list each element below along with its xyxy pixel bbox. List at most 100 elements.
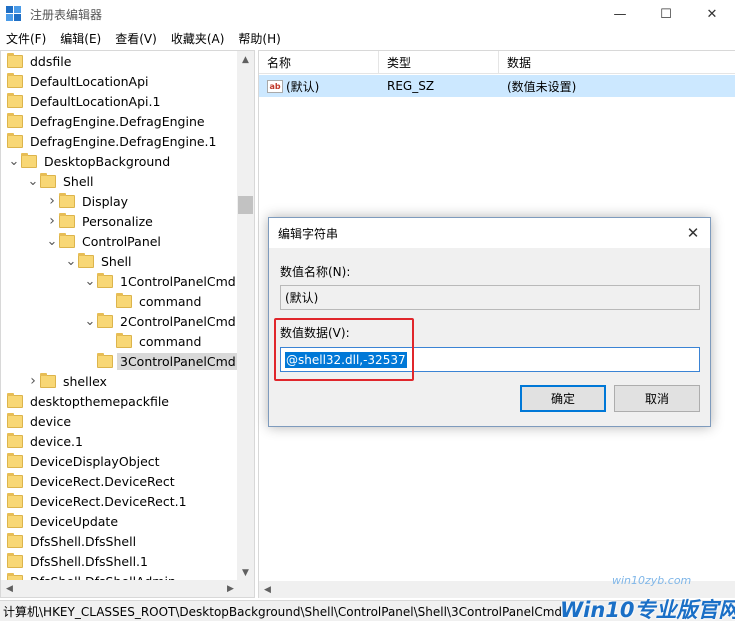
chevron-down-icon[interactable]: ⌄: [83, 311, 97, 331]
tree-item[interactable]: ⌄ Shell: [26, 171, 97, 191]
chevron-right-icon[interactable]: ›: [45, 191, 59, 211]
ok-button[interactable]: 确定: [520, 385, 606, 412]
tree-item-label: DeviceRect.DeviceRect: [30, 473, 175, 489]
folder-icon: [7, 72, 23, 88]
tree-item-label: shellex: [63, 373, 107, 389]
tree-item-label: ddsfile: [30, 53, 72, 69]
tree-item-label: Shell: [101, 253, 132, 269]
menu-favorites[interactable]: 收藏夹(A): [164, 30, 232, 47]
folder-icon: [97, 312, 113, 328]
tree-item[interactable]: DfsShell.DfsShell.1: [7, 551, 151, 571]
scroll-down-icon[interactable]: ▼: [237, 564, 254, 581]
tree-item[interactable]: 3ControlPanelCmd: [83, 351, 239, 371]
tree-item-label: ControlPanel: [82, 233, 161, 249]
menu-view[interactable]: 查看(V): [108, 30, 164, 47]
tree-item-label: DfsShell.DfsShell.1: [30, 553, 148, 569]
tree-item[interactable]: device.1: [7, 431, 86, 451]
cancel-button[interactable]: 取消: [614, 385, 700, 412]
folder-icon: [59, 212, 75, 228]
tree-item-label: command: [139, 333, 202, 349]
tree-item-label: DefragEngine.DefragEngine: [30, 113, 205, 129]
tree-item[interactable]: desktopthemepackfile: [7, 391, 172, 411]
dialog-title-bar: 编辑字符串 ✕: [269, 218, 710, 248]
scroll-left-icon[interactable]: ◀: [1, 580, 18, 597]
chevron-down-icon[interactable]: ⌄: [26, 171, 40, 191]
tree-vertical-scrollbar[interactable]: ▲ ▼: [237, 51, 254, 581]
tree-item[interactable]: DfsShell.DfsShell: [7, 531, 139, 551]
column-header-name[interactable]: 名称: [259, 51, 379, 74]
menu-bar: 文件(F) 编辑(E) 查看(V) 收藏夹(A) 帮助(H): [0, 28, 735, 49]
tree-horizontal-scrollbar[interactable]: ◀ ▶: [1, 580, 239, 597]
tree-item[interactable]: ddsfile: [7, 51, 74, 71]
registry-path: 计算机\HKEY_CLASSES_ROOT\DesktopBackground\…: [3, 604, 563, 619]
tree-item-label: DesktopBackground: [44, 153, 171, 169]
close-button[interactable]: ✕: [689, 0, 735, 28]
tree-item[interactable]: ⌄ DesktopBackground: [7, 151, 173, 171]
column-header-data[interactable]: 数据: [499, 51, 735, 74]
list-header: 名称 类型 数据: [259, 51, 735, 74]
folder-icon: [7, 472, 23, 488]
tree-item[interactable]: DefaultLocationApi.1: [7, 91, 163, 111]
tree-item[interactable]: command: [102, 291, 204, 311]
dialog-close-icon[interactable]: ✕: [682, 222, 704, 244]
minimize-button[interactable]: —: [597, 0, 643, 28]
menu-edit[interactable]: 编辑(E): [53, 30, 108, 47]
tree-item[interactable]: DeviceDisplayObject: [7, 451, 163, 471]
folder-icon: [59, 232, 75, 248]
tree-item[interactable]: ⌄ 2ControlPanelCmd: [83, 311, 239, 331]
chevron-down-icon[interactable]: ⌄: [64, 251, 78, 271]
chevron-down-icon[interactable]: ⌄: [7, 151, 21, 171]
tree-item[interactable]: ⌄ 1ControlPanelCmd: [83, 271, 239, 291]
tree-item[interactable]: DefragEngine.DefragEngine: [7, 111, 208, 131]
scrollbar-corner: [237, 580, 254, 597]
folder-icon: [7, 532, 23, 548]
registry-tree-pane: ddsfile DefaultLocationApi DefaultLocation…: [0, 50, 255, 598]
chevron-right-icon[interactable]: ›: [45, 211, 59, 231]
tree-item[interactable]: › Personalize: [45, 211, 156, 231]
folder-icon: [7, 92, 23, 108]
tree-item[interactable]: ⌄ Shell: [64, 251, 135, 271]
title-bar: 注册表编辑器 — ☐ ✕: [0, 0, 735, 28]
chevron-down-icon[interactable]: ⌄: [83, 271, 97, 291]
tree-item-label: device.1: [30, 433, 83, 449]
folder-icon: [59, 192, 75, 208]
scrollbar-thumb[interactable]: [238, 196, 253, 214]
tree-item-label: 3ControlPanelCmd: [117, 352, 239, 370]
folder-icon: [7, 452, 23, 468]
tree-item[interactable]: DefragEngine.DefragEngine.1: [7, 131, 219, 151]
folder-icon: [40, 372, 56, 388]
scroll-up-icon[interactable]: ▲: [237, 51, 254, 68]
tree-item-label: desktopthemepackfile: [30, 393, 169, 409]
folder-icon: [7, 112, 23, 128]
maximize-button[interactable]: ☐: [643, 0, 689, 28]
folder-icon: [97, 272, 113, 288]
tree-item[interactable]: command: [102, 331, 204, 351]
list-item[interactable]: ab (默认) REG_SZ (数值未设置): [259, 75, 735, 97]
tree-item-label: command: [139, 293, 202, 309]
value-name: (默认): [286, 79, 320, 94]
chevron-down-icon[interactable]: ⌄: [45, 231, 59, 251]
tree-item[interactable]: DeviceRect.DeviceRect.1: [7, 491, 190, 511]
folder-icon: [7, 412, 23, 428]
value-name-field[interactable]: (默认): [280, 285, 700, 310]
chevron-right-icon[interactable]: ›: [26, 371, 40, 391]
folder-icon: [78, 252, 94, 268]
tree-item[interactable]: › shellex: [26, 371, 110, 391]
tree-item[interactable]: device: [7, 411, 74, 431]
scroll-left-icon[interactable]: ◀: [259, 581, 276, 598]
folder-icon: [116, 332, 132, 348]
folder-icon: [7, 392, 23, 408]
tree-item[interactable]: › Display: [45, 191, 131, 211]
tree-item-label: 2ControlPanelCmd: [120, 313, 236, 329]
column-header-type[interactable]: 类型: [379, 51, 499, 74]
tree-item[interactable]: DeviceUpdate: [7, 511, 121, 531]
watermark-brand: Win10专业版官网: [560, 598, 735, 621]
tree-item[interactable]: DefaultLocationApi: [7, 71, 152, 91]
tree-item[interactable]: DeviceRect.DeviceRect: [7, 471, 178, 491]
watermark-url: win10zyb.com: [612, 574, 692, 587]
tree-item[interactable]: ⌄ ControlPanel: [45, 231, 164, 251]
menu-file[interactable]: 文件(F): [0, 30, 53, 47]
menu-help[interactable]: 帮助(H): [231, 30, 287, 47]
